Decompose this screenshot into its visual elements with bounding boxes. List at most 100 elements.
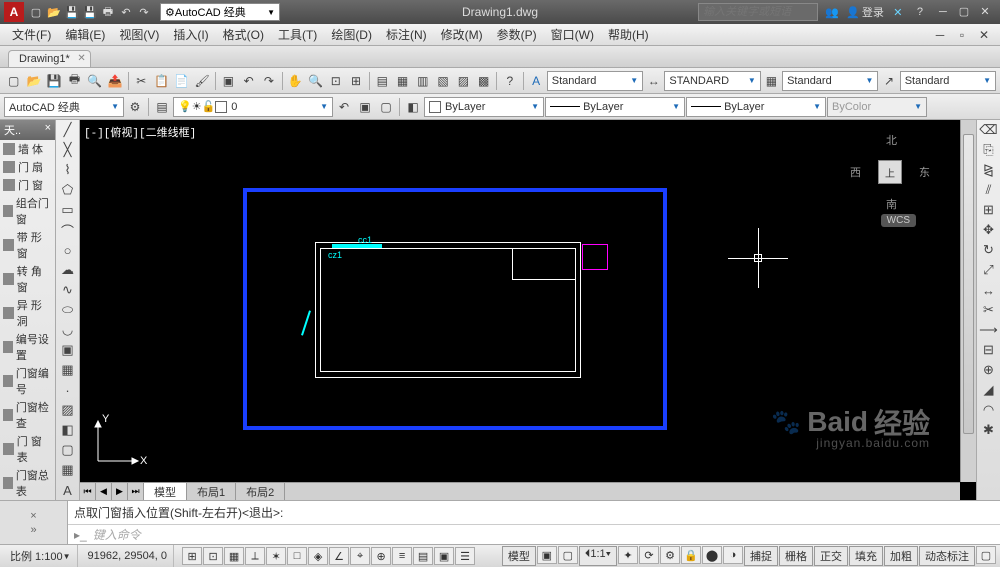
- wcs-badge[interactable]: WCS: [881, 214, 916, 227]
- textstyle-combo[interactable]: Standard▼: [547, 71, 643, 91]
- minimize-button[interactable]: ─: [934, 4, 952, 20]
- app-logo[interactable]: A: [4, 2, 24, 22]
- scale-icon[interactable]: ⤢: [977, 260, 1000, 280]
- trim-icon[interactable]: ✂: [977, 300, 1000, 320]
- palette-item[interactable]: 带 形 窗: [0, 228, 55, 262]
- erase-icon[interactable]: ⌫: [977, 120, 1000, 140]
- menu-format[interactable]: 格式(O): [217, 24, 270, 45]
- ortho-text-toggle[interactable]: 正交: [814, 546, 848, 566]
- layer-combo[interactable]: 💡 ☀ 🔓 0 ▼: [173, 97, 333, 117]
- tab-nav-prev-icon[interactable]: ◀: [96, 483, 112, 500]
- join-icon[interactable]: ⊕: [977, 360, 1000, 380]
- tab-layout1[interactable]: 布局1: [187, 483, 236, 500]
- qp-toggle[interactable]: ▣: [434, 547, 454, 565]
- viewcube-east[interactable]: 东: [919, 164, 930, 180]
- scroll-thumb[interactable]: [963, 134, 974, 434]
- spline-icon[interactable]: ∿: [56, 280, 79, 300]
- dimstyle-icon[interactable]: ↔: [644, 71, 663, 91]
- fillet-icon[interactable]: ◠: [977, 400, 1000, 420]
- open-icon[interactable]: 📂: [46, 4, 62, 20]
- undo-icon[interactable]: ↶: [239, 71, 258, 91]
- new-icon[interactable]: ▢: [28, 4, 44, 20]
- region-icon[interactable]: ▢: [56, 440, 79, 460]
- save-icon[interactable]: 💾: [45, 71, 64, 91]
- properties-icon[interactable]: ▤: [373, 71, 392, 91]
- markup-icon[interactable]: ▨: [454, 71, 473, 91]
- bold-text-toggle[interactable]: 加粗: [884, 546, 918, 566]
- explode-icon[interactable]: ✱: [977, 420, 1000, 440]
- tab-nav-next-icon[interactable]: ▶: [112, 483, 128, 500]
- layer-iso-icon[interactable]: ▢: [376, 97, 396, 117]
- rotate-icon[interactable]: ↻: [977, 240, 1000, 260]
- help-icon[interactable]: ?: [912, 4, 928, 20]
- otrack-toggle[interactable]: ∠: [329, 547, 349, 565]
- model-toggle[interactable]: 模型: [502, 546, 536, 566]
- print-icon[interactable]: 🖶: [100, 4, 116, 20]
- clean-screen-icon[interactable]: ▢: [976, 546, 996, 564]
- snap-toggle[interactable]: ⊡: [203, 547, 223, 565]
- palette-item[interactable]: 编号设置: [0, 330, 55, 364]
- infocenter-icon[interactable]: 👥: [824, 4, 840, 20]
- help-icon[interactable]: ?: [500, 71, 519, 91]
- line-icon[interactable]: ╱: [56, 120, 79, 140]
- fill-text-toggle[interactable]: 填充: [849, 546, 883, 566]
- menu-modify[interactable]: 修改(M): [435, 24, 489, 45]
- ws-settings-icon[interactable]: ⚙: [125, 97, 145, 117]
- close-icon[interactable]: ×: [30, 510, 36, 522]
- menu-dimension[interactable]: 标注(N): [380, 24, 433, 45]
- extend-icon[interactable]: ⟶: [977, 320, 1000, 340]
- lwt-toggle[interactable]: ≡: [392, 547, 412, 565]
- dyn-toggle[interactable]: ⊕: [371, 547, 391, 565]
- arc-icon[interactable]: ⌒: [56, 220, 79, 240]
- document-tab[interactable]: Drawing1* ✕: [8, 50, 91, 67]
- menu-draw[interactable]: 绘图(D): [325, 24, 378, 45]
- menu-edit[interactable]: 编辑(E): [59, 24, 111, 45]
- mirror-icon[interactable]: ⧎: [977, 160, 1000, 180]
- doc-close-button[interactable]: ✕: [974, 25, 994, 45]
- palette-item[interactable]: 门窗编号: [0, 364, 55, 398]
- menu-file[interactable]: 文件(F): [6, 24, 57, 45]
- dimstyle-combo[interactable]: STANDARD▼: [664, 71, 760, 91]
- mleaderstyle-icon[interactable]: ↗: [879, 71, 898, 91]
- maximize-button[interactable]: ▢: [955, 4, 973, 20]
- sc-toggle[interactable]: ☰: [455, 547, 475, 565]
- stretch-icon[interactable]: ↔: [977, 280, 1000, 300]
- open-icon[interactable]: 📂: [24, 71, 43, 91]
- hardware-icon[interactable]: ⬤: [702, 546, 722, 564]
- doc-minimize-button[interactable]: ─: [930, 25, 950, 45]
- menu-help[interactable]: 帮助(H): [602, 24, 655, 45]
- grid-text-toggle[interactable]: 栅格: [779, 546, 813, 566]
- save-icon[interactable]: 💾: [64, 4, 80, 20]
- close-button[interactable]: ✕: [976, 4, 994, 20]
- chevron-right-icon[interactable]: »: [30, 524, 36, 536]
- gradient-icon[interactable]: ◧: [56, 420, 79, 440]
- osnap-toggle[interactable]: □: [287, 547, 307, 565]
- viewcube-west[interactable]: 西: [850, 164, 861, 180]
- array-icon[interactable]: ⊞: [977, 200, 1000, 220]
- offset-icon[interactable]: ⫽: [977, 180, 1000, 200]
- scale-segment[interactable]: 比例 1:100 ▼: [4, 545, 78, 567]
- login-button[interactable]: 👤登录: [846, 4, 884, 20]
- color-combo[interactable]: ByLayer▼: [424, 97, 544, 117]
- palette-item[interactable]: 门 扇: [0, 158, 55, 176]
- anno-vis-icon[interactable]: ✦: [618, 546, 638, 564]
- lineweight-combo[interactable]: ByLayer▼: [686, 97, 826, 117]
- block-icon[interactable]: ▦: [56, 360, 79, 380]
- ortho-toggle[interactable]: ⟂: [245, 547, 265, 565]
- tab-layout2[interactable]: 布局2: [236, 483, 285, 500]
- palette-item[interactable]: 墙 体: [0, 140, 55, 158]
- ucs-icon[interactable]: X Y: [88, 411, 148, 474]
- dc-icon[interactable]: ▦: [393, 71, 412, 91]
- menu-tools[interactable]: 工具(T): [272, 24, 323, 45]
- rectangle-icon[interactable]: ▭: [56, 200, 79, 220]
- tab-model[interactable]: 模型: [144, 483, 187, 500]
- mleaderstyle-combo[interactable]: Standard▼: [900, 71, 996, 91]
- zoom-rt-icon[interactable]: 🔍: [306, 71, 325, 91]
- textstyle-icon[interactable]: A: [526, 71, 545, 91]
- redo-icon[interactable]: ↷: [259, 71, 278, 91]
- palette-item[interactable]: 门窗总表: [0, 466, 55, 500]
- table-icon[interactable]: ▦: [56, 460, 79, 480]
- layout-quick-icon[interactable]: ▣: [537, 546, 557, 564]
- ducs-toggle[interactable]: ⌖: [350, 547, 370, 565]
- layout-max-icon[interactable]: ▢: [558, 546, 578, 564]
